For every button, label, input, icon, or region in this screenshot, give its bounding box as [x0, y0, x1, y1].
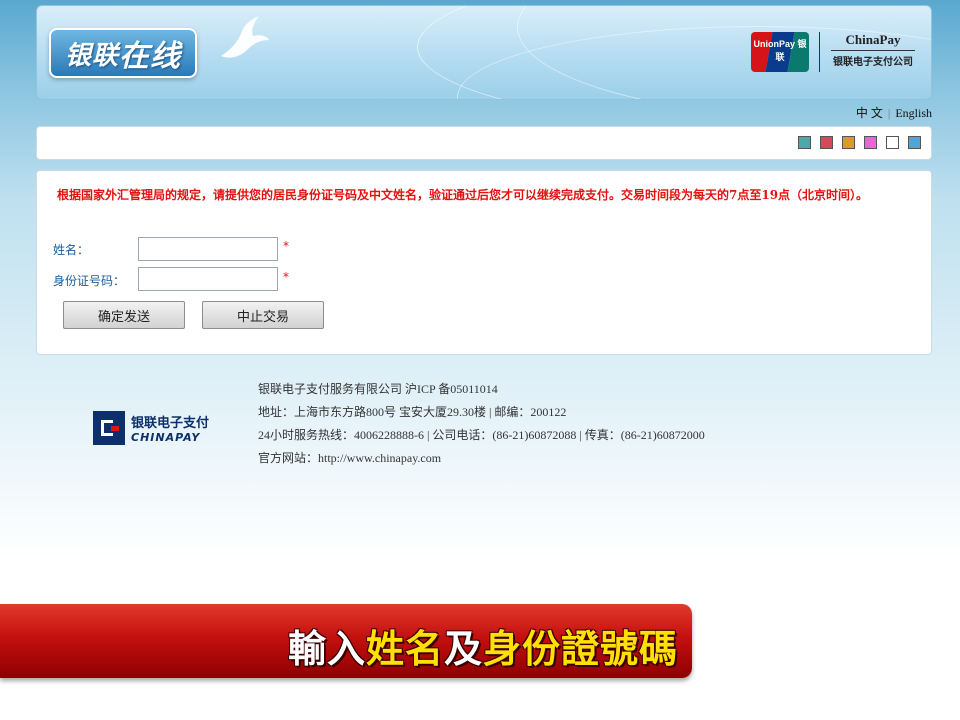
theme-swatches — [798, 136, 921, 149]
company-website-line: 官方网站：http://www.chinapay.com — [258, 451, 442, 465]
unionpay-logo: UnionPay 银联 — [751, 32, 809, 72]
cancel-transaction-button[interactable]: 中止交易 — [202, 301, 324, 329]
id-number-required-mark: * — [283, 270, 289, 284]
theme-swatch-blue[interactable] — [908, 136, 921, 149]
company-info: 银联电子支付服务有限公司 沪ICP 备05011014 地址：上海市东方路800… — [258, 378, 705, 470]
caption-part2: 姓名 — [365, 627, 444, 671]
submit-button[interactable]: 确定发送 — [63, 301, 185, 329]
lang-chinese-link[interactable]: 中 文 — [856, 106, 883, 120]
logo-text-part2: 在线 — [119, 39, 182, 74]
theme-swatch-pink[interactable] — [864, 136, 877, 149]
chinapay-mark-icon — [93, 411, 125, 445]
caption-part1: 輸入 — [287, 627, 366, 671]
regulation-notice: 根据国家外汇管理局的规定，请提供您的居民身份证号码及中文姓名，验证通过后您才可以… — [57, 188, 869, 202]
caption-part4: 身份證號碼 — [482, 627, 678, 671]
company-address-line: 地址：上海市东方路800号 宝安大厦29.30楼 | 邮编：200122 — [258, 405, 567, 419]
id-number-label: 身份证号码： — [53, 274, 126, 288]
caption-part3: 及 — [443, 627, 483, 671]
chinapay-logo-cn: 银联电子支付公司 — [833, 57, 913, 68]
chinapay-logo-en: ChinaPay — [845, 32, 901, 47]
id-number-input[interactable] — [138, 267, 278, 291]
theme-swatch-orange[interactable] — [842, 136, 855, 149]
lang-english-link[interactable]: English — [895, 106, 932, 120]
company-phone-line: 24小时服务热线：4006228888-6 | 公司电话：(86-21)6087… — [258, 428, 705, 442]
chinapay-logo: ChinaPay 银联电子支付公司 — [827, 32, 919, 68]
name-label: 姓名： — [53, 243, 90, 257]
verification-form-panel: 根据国家外汇管理局的规定，请提供您的居民身份证号码及中文姓名，验证通过后您才可以… — [36, 170, 932, 355]
footer-logo-cn: 银联电子支付 — [131, 416, 210, 431]
chinapay-footer-logo: 银联电子支付 CHINAPAY — [93, 411, 209, 445]
caption-banner: 輸入姓名及身份證號碼 — [0, 604, 692, 678]
footer-logo-en: CHINAPAY — [131, 431, 201, 444]
caption-text: 輸入姓名及身份證號碼 — [288, 618, 678, 673]
company-icp-line: 银联电子支付服务有限公司 沪ICP 备05011014 — [258, 382, 498, 396]
name-required-mark: * — [283, 239, 289, 253]
logo-divider — [819, 32, 820, 72]
name-input[interactable] — [138, 237, 278, 261]
logo-text-part1: 银联 — [65, 40, 120, 71]
dove-icon — [221, 16, 269, 58]
site-header: 银联 在线 UnionPay 银联 ChinaPay 银联电子支付公司 — [36, 5, 932, 100]
yinlian-zaixian-logo[interactable]: 银联 在线 — [49, 28, 198, 78]
theme-swatch-red[interactable] — [820, 136, 833, 149]
theme-swatch-teal[interactable] — [798, 136, 811, 149]
language-switcher: 中 文 | English — [856, 104, 932, 121]
lang-separator: | — [887, 106, 891, 120]
theme-swatch-white[interactable] — [886, 136, 899, 149]
theme-bar — [36, 126, 932, 160]
unionpay-logo-text: UnionPay 银联 — [753, 39, 807, 62]
